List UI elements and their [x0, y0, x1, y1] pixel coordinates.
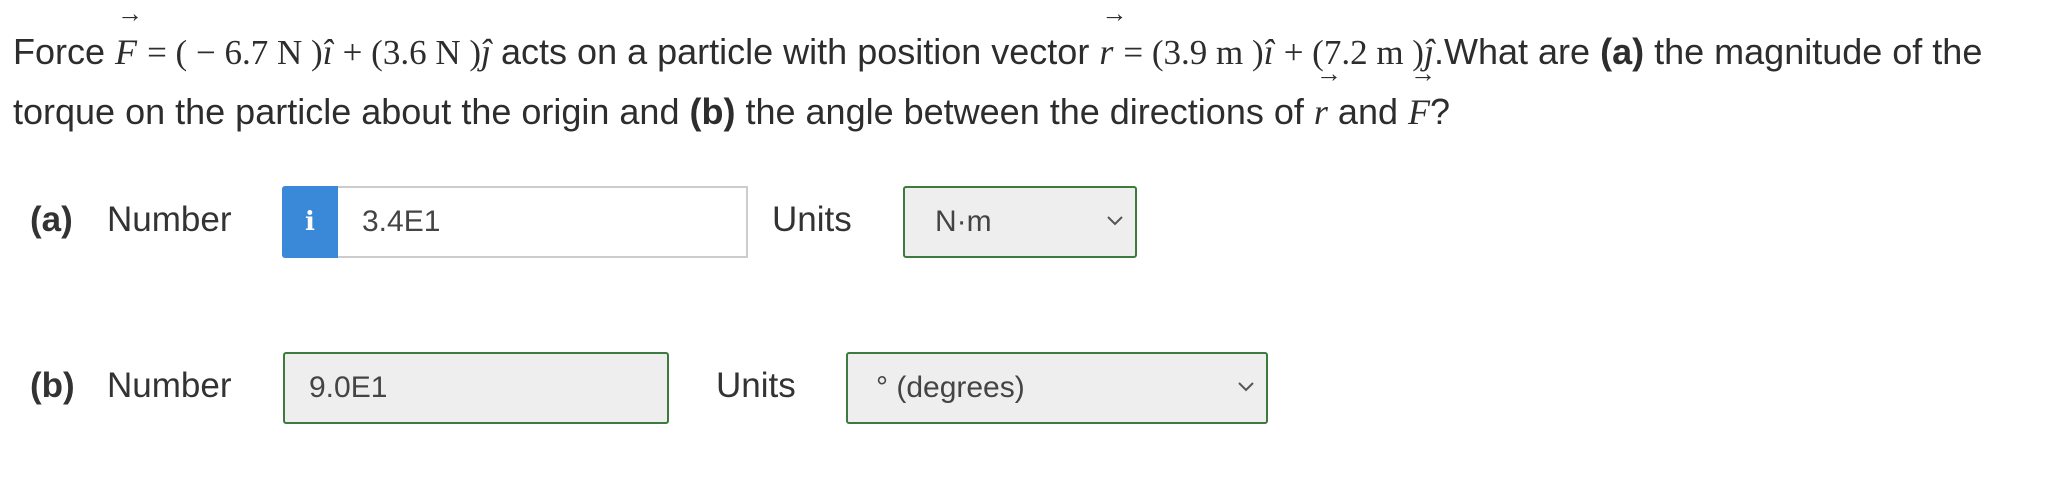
chevron-down-icon [1238, 382, 1254, 392]
question-what-are: What are [1444, 31, 1591, 72]
question-angle-text: the angle between the directions of [745, 91, 1304, 132]
number-label: Number [107, 366, 232, 405]
question-part-a-marker: (a) [1600, 31, 1645, 72]
part-b-label: (b) [30, 366, 75, 405]
unit-j-symbol: ĵ [481, 32, 492, 72]
position-x-component: = (3.9 m ) [1123, 33, 1264, 72]
answer-row-b: (b) Number 9.0E1 Units ° (degrees) [0, 352, 1400, 424]
part-b-units-value: ° (degrees) [876, 371, 1025, 404]
unit-i-symbol: î [322, 32, 333, 72]
units-label: Units [716, 366, 796, 405]
force-x-component: = ( − 6.7 N ) [147, 33, 323, 72]
position-vector-symbol: → r [1099, 0, 1128, 73]
part-b-number-input[interactable]: 9.0E1 [283, 352, 669, 424]
question-the: the [1654, 31, 1705, 72]
question-mark: ? [1430, 91, 1451, 132]
part-a-number-input[interactable]: 3.4E1 [338, 186, 748, 258]
force-y-component: + (3.6 N ) [342, 33, 481, 72]
units-label: Units [772, 200, 852, 239]
question-part-b-marker: (b) [689, 91, 736, 132]
question-and: and [1337, 91, 1398, 132]
question-mid-text: acts on a particle with position vector [501, 31, 1090, 72]
question-word-force: Force [13, 31, 106, 72]
force-vector-symbol: → F [115, 0, 144, 73]
part-b-units-select[interactable]: ° (degrees) [846, 352, 1268, 424]
position-y-component: + (7.2 m ) [1283, 33, 1424, 72]
answer-row-a: (a) Number i 3.4E1 Units N·m [0, 186, 1400, 258]
info-icon[interactable]: i [282, 186, 338, 258]
position-vector-symbol: → r [1313, 59, 1342, 133]
number-label: Number [107, 200, 232, 239]
unit-i-symbol: î [1263, 32, 1274, 72]
part-a-units-value: N·m [935, 205, 992, 238]
question-text: Force → F = ( − 6.7 N )î + (3.6 N )ĵ acts… [13, 0, 2013, 142]
chevron-down-icon [1107, 216, 1123, 226]
part-a-units-select[interactable]: N·m [903, 186, 1137, 258]
force-vector-symbol: → F [1408, 59, 1437, 133]
part-a-label: (a) [30, 200, 73, 239]
